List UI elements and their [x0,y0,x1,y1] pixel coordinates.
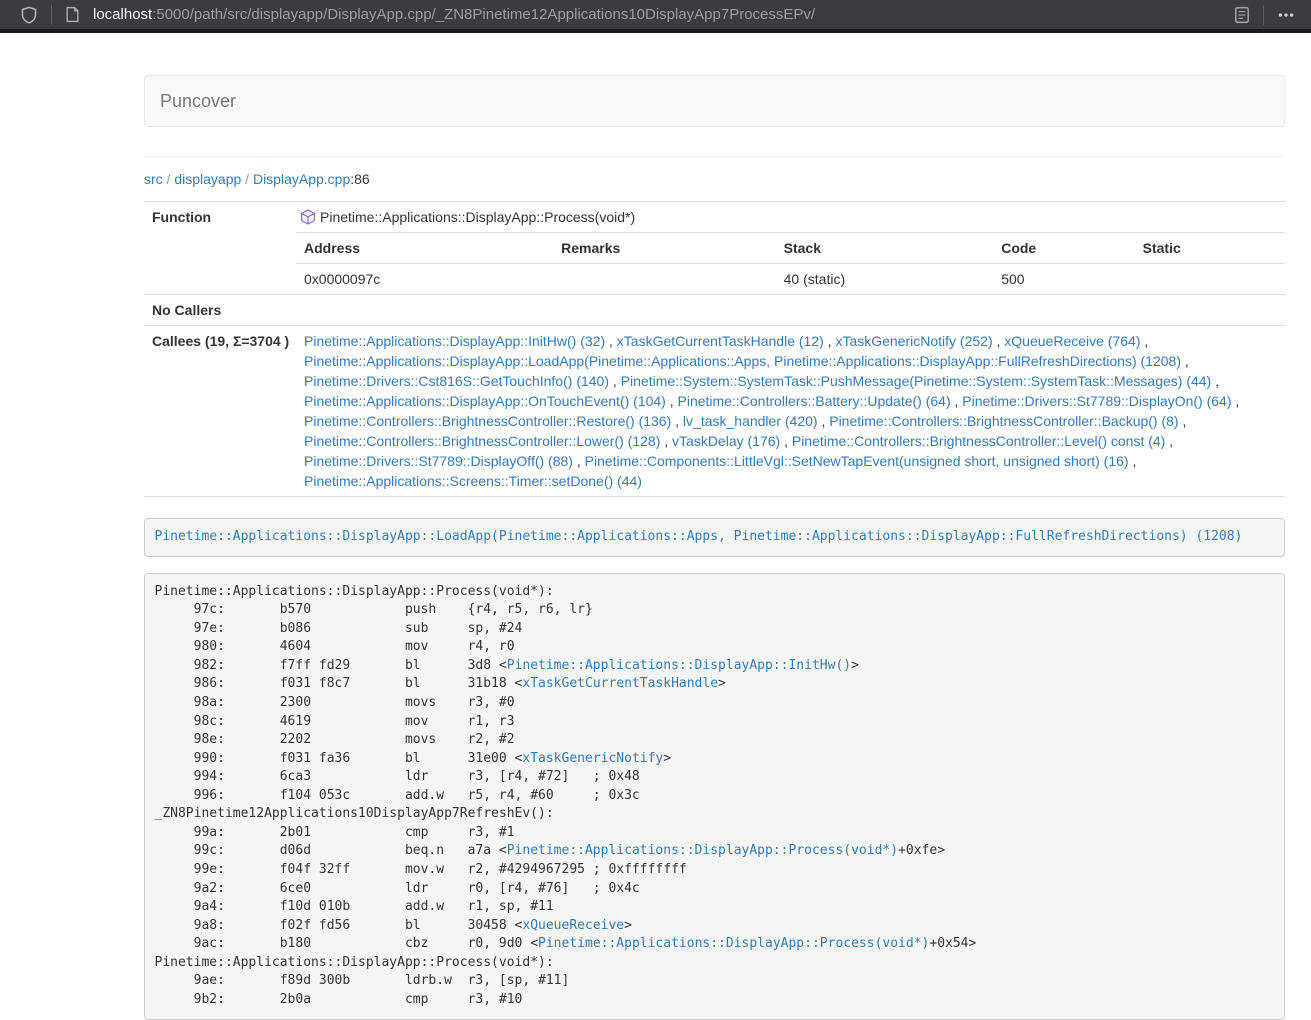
symbol-metrics-table: Address Remarks Stack Code Static 0x0000… [296,232,1285,294]
static-value [1135,264,1285,295]
callee-link[interactable]: Pinetime::Controllers::BrightnessControl… [304,433,660,449]
shield-icon[interactable] [16,2,42,28]
url-field[interactable]: localhost:5000/path/src/displayapp/Displ… [93,6,815,23]
metrics-header-row: Address Remarks Stack Code Static [296,233,1285,264]
callee-link[interactable]: vTaskDelay (176) [672,433,780,449]
assembly-symbol-link[interactable]: xTaskGenericNotify [522,751,663,766]
col-address: Address [296,233,553,264]
breadcrumb-separator: / [241,171,253,187]
function-row: Function Pinetime::Applications::Display… [144,202,1285,295]
breadcrumb-separator: / [163,171,175,187]
callee-link[interactable]: Pinetime::Applications::DisplayApp::Init… [304,333,605,349]
no-callers-row: No Callers [144,295,1285,326]
callee-link[interactable]: Pinetime::Drivers::St7789::DisplayOff() … [304,453,573,469]
callee-link[interactable]: Pinetime::Components::LittleVgl::SetNewT… [585,453,1129,469]
page-container: Puncover src / displayapp / DisplayApp.c… [144,75,1285,1020]
callee-link[interactable]: Pinetime::Controllers::Battery::Update()… [678,393,951,409]
brand-link[interactable]: Puncover [145,76,251,126]
stack-value: 40 (static) [776,264,994,295]
callee-link[interactable]: xQueueReceive (764) [1004,333,1140,349]
callees-row: Callees (19, Σ=3704 ) Pinetime::Applicat… [144,326,1285,497]
callee-link[interactable]: Pinetime::Controllers::BrightnessControl… [829,413,1178,429]
callee-link[interactable]: Pinetime::Drivers::Cst816S::GetTouchInfo… [304,373,609,389]
code-value: 500 [993,264,1134,295]
breadcrumb-link[interactable]: displayapp [174,171,241,187]
col-stack: Stack [776,233,994,264]
assembly-symbol-link[interactable]: xQueueReceive [522,918,624,933]
toolbar-divider [51,5,52,25]
navbar: Puncover [144,75,1285,127]
callees-label: Callees (19, Σ=3704 ) [144,326,296,497]
more-menu-icon[interactable] [1273,2,1299,28]
page-info-icon[interactable] [61,2,84,27]
address-value: 0x0000097c [296,264,553,295]
callees-list: Pinetime::Applications::DisplayApp::Init… [296,326,1285,497]
breadcrumb-link[interactable]: src [144,171,163,187]
callee-link[interactable]: lv_task_handler (420) [683,413,818,429]
highlighted-callee-link[interactable]: Pinetime::Applications::DisplayApp::Load… [155,529,1243,544]
assembly-symbol-link[interactable]: Pinetime::Applications::DisplayApp::Init… [507,658,851,673]
breadcrumb-link[interactable]: DisplayApp.cpp [253,171,350,187]
callee-link[interactable]: Pinetime::System::SystemTask::PushMessag… [621,373,1212,389]
callee-link[interactable]: Pinetime::Controllers::BrightnessControl… [792,433,1165,449]
assembly-symbol-link[interactable]: Pinetime::Applications::DisplayApp::Proc… [538,936,929,951]
remarks-value [553,264,776,295]
callee-link[interactable]: Pinetime::Applications::Screens::Timer::… [304,473,642,489]
browser-toolbar: localhost:5000/path/src/displayapp/Displ… [0,0,1311,33]
url-host: localhost [93,6,152,23]
highlighted-callee-box: Pinetime::Applications::DisplayApp::Load… [144,518,1285,557]
callee-link[interactable]: Pinetime::Controllers::BrightnessControl… [304,413,671,429]
no-callers-label: No Callers [144,295,296,326]
assembly-symbol-link[interactable]: Pinetime::Applications::DisplayApp::Proc… [507,843,898,858]
breadcrumb: src / displayapp / DisplayApp.cpp:86 [144,171,1285,187]
callee-link[interactable]: Pinetime::Drivers::St7789::DisplayOn() (… [962,393,1231,409]
symbol-cube-icon [300,209,316,225]
callee-link[interactable]: Pinetime::Applications::DisplayApp::Load… [304,353,1181,369]
divider [144,156,1285,157]
metrics-value-row: 0x0000097c 40 (static) 500 [296,264,1285,295]
toolbar-divider [1263,5,1264,25]
breadcrumb-line-number: :86 [350,171,369,187]
function-row-label: Function [144,202,296,295]
function-name: Pinetime::Applications::DisplayApp::Proc… [320,209,635,225]
assembly-code: Pinetime::Applications::DisplayApp::Proc… [144,573,1285,1020]
reader-mode-icon[interactable] [1230,2,1254,28]
url-path: :5000/path/src/displayapp/DisplayApp.cpp… [152,6,815,23]
symbol-table: Function Pinetime::Applications::Display… [144,201,1285,497]
col-remarks: Remarks [553,233,776,264]
col-static: Static [1135,233,1285,264]
col-code: Code [993,233,1134,264]
callee-link[interactable]: xTaskGetCurrentTaskHandle (12) [617,333,824,349]
callee-link[interactable]: Pinetime::Applications::DisplayApp::OnTo… [304,393,666,409]
callee-link[interactable]: xTaskGenericNotify (252) [835,333,992,349]
assembly-symbol-link[interactable]: xTaskGetCurrentTaskHandle [522,676,718,691]
function-name-line: Pinetime::Applications::DisplayApp::Proc… [296,202,1285,232]
